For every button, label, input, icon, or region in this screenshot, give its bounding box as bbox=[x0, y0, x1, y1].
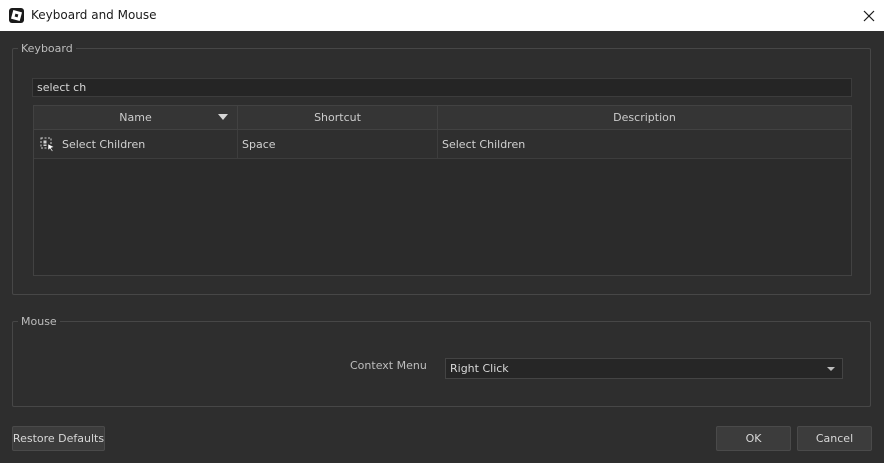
column-header-shortcut-label: Shortcut bbox=[314, 111, 361, 124]
studio-app-icon bbox=[9, 8, 24, 23]
window-title: Keyboard and Mouse bbox=[31, 8, 157, 22]
cell-description: Select Children bbox=[438, 130, 851, 158]
mouse-group-title: Mouse bbox=[18, 315, 60, 328]
column-header-shortcut[interactable]: Shortcut bbox=[238, 106, 438, 129]
ok-button[interactable]: OK bbox=[716, 426, 791, 451]
sort-descending-icon bbox=[218, 114, 228, 120]
cell-name-text: Select Children bbox=[62, 137, 146, 151]
select-children-icon bbox=[40, 137, 55, 152]
cell-shortcut: Space bbox=[238, 130, 438, 158]
title-bar: Keyboard and Mouse bbox=[0, 0, 884, 31]
cell-description-text: Select Children bbox=[442, 137, 526, 151]
column-header-name-label: Name bbox=[119, 111, 152, 124]
column-header-description[interactable]: Description bbox=[438, 106, 851, 129]
column-header-description-label: Description bbox=[613, 111, 676, 124]
restore-defaults-button[interactable]: Restore Defaults bbox=[12, 426, 105, 451]
column-header-name[interactable]: Name bbox=[34, 106, 238, 129]
cell-name: Select Children bbox=[34, 130, 238, 158]
shortcuts-table: Name Shortcut Description Select Childre… bbox=[33, 105, 852, 276]
cancel-button[interactable]: Cancel bbox=[797, 426, 872, 451]
context-menu-label: Context Menu bbox=[350, 359, 427, 372]
table-row[interactable]: Select Children Space Select Children bbox=[34, 130, 851, 159]
context-menu-value: Right Click bbox=[450, 362, 509, 375]
cell-shortcut-text: Space bbox=[242, 137, 276, 151]
close-icon bbox=[863, 10, 875, 21]
chevron-down-icon bbox=[827, 367, 835, 371]
keyboard-group-title: Keyboard bbox=[18, 42, 76, 55]
close-button[interactable] bbox=[854, 0, 884, 31]
keyboard-mouse-dialog: Keyboard and Mouse Keyboard Name Shortcu… bbox=[0, 0, 884, 463]
shortcut-filter-input[interactable] bbox=[32, 78, 852, 97]
table-header: Name Shortcut Description bbox=[34, 106, 851, 130]
context-menu-dropdown[interactable]: Right Click bbox=[445, 358, 843, 379]
